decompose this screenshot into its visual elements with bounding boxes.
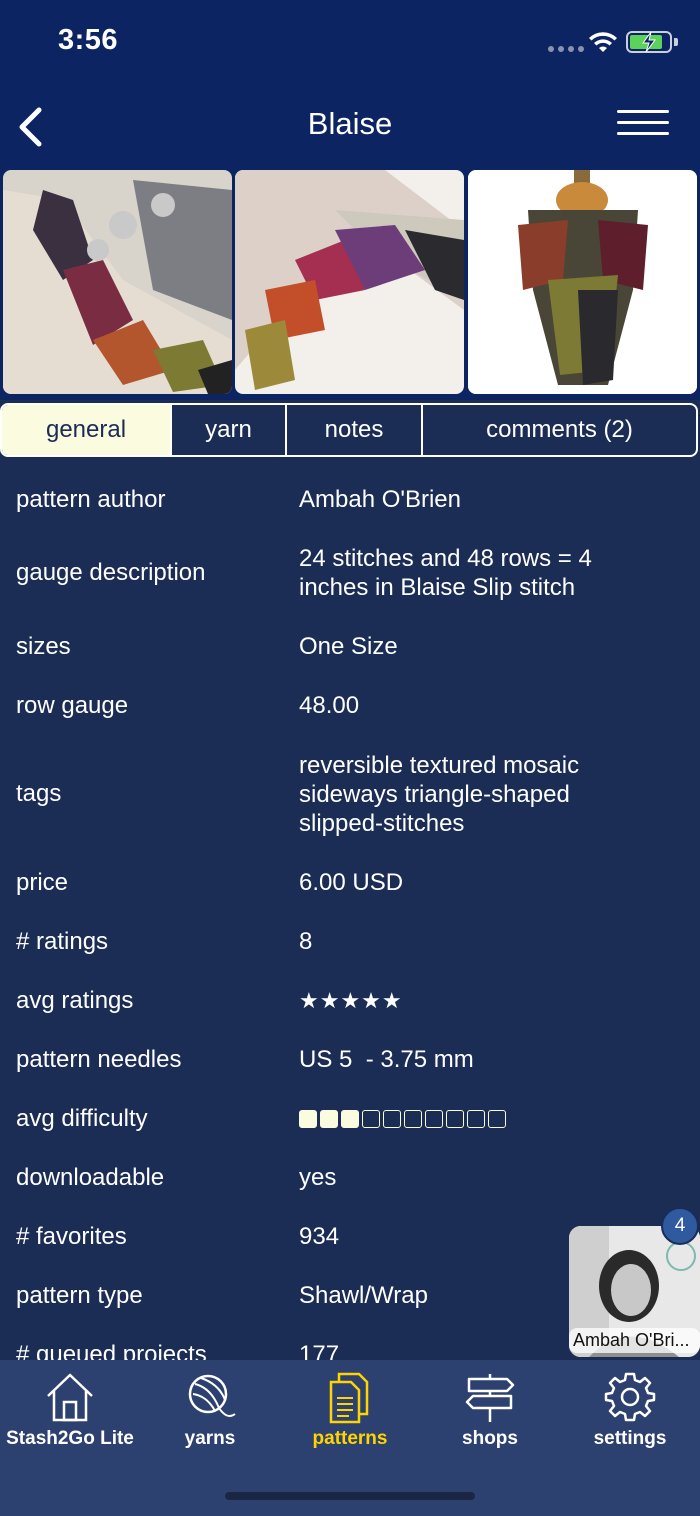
detail-value: 6.00 USD (299, 869, 404, 896)
difficulty-square-empty (446, 1109, 464, 1128)
bottom-tab-yarns[interactable]: yarns (140, 1360, 280, 1456)
difficulty-square-empty (362, 1109, 380, 1128)
detail-value: 24 stitches and 48 rows = 4 inches in Bl… (299, 545, 592, 601)
detail-label: # favorites (16, 1222, 127, 1250)
pattern-photo-3[interactable] (468, 170, 697, 394)
detail-label: pattern type (16, 1281, 143, 1309)
detail-tabs: general yarn notes comments (2) (0, 403, 698, 457)
detail-value: reversible textured mosaic sideways tria… (299, 751, 580, 837)
notification-badge: 4 (661, 1207, 699, 1245)
bottom-tab-label: shops (462, 1428, 518, 1449)
detail-label: pattern author (16, 485, 166, 513)
charging-bolt-icon (642, 31, 656, 53)
detail-value: One Size (299, 633, 398, 660)
pattern-author-link[interactable]: Ambah O'Brien (299, 485, 684, 514)
detail-label: pattern needles (16, 1045, 182, 1073)
shawl-photo-image (3, 170, 232, 394)
hamburger-menu-icon (617, 110, 669, 135)
difficulty-square-empty (488, 1109, 506, 1128)
detail-label: tags (16, 780, 62, 807)
detail-row-num-ratings: # ratings 8 (0, 912, 700, 971)
detail-value: 8 (299, 928, 313, 955)
author-avatar-card[interactable]: Ambah O'Bri... (569, 1226, 700, 1357)
detail-value: 48.00 (299, 692, 360, 719)
wifi-icon (589, 32, 617, 52)
status-time: 3:56 (58, 24, 119, 56)
detail-row-row-gauge: row gauge 48.00 (0, 676, 700, 735)
signpost-icon (465, 1374, 515, 1422)
detail-row-price: price 6.00 USD (0, 853, 700, 912)
cellular-signal-icon (548, 46, 584, 52)
difficulty-square-empty (425, 1109, 443, 1128)
rating-stars: ★★★★★ (299, 988, 403, 1013)
navigation-bar: Blaise (0, 88, 700, 166)
gear-icon (604, 1372, 656, 1422)
detail-label: sizes (16, 632, 71, 660)
home-indicator[interactable] (225, 1492, 475, 1500)
difficulty-square-empty (383, 1109, 401, 1128)
detail-value: US 5 - 3.75 mm (299, 1046, 474, 1073)
page-title: Blaise (307, 106, 393, 141)
bottom-tab-label: patterns (312, 1428, 388, 1449)
difficulty-square-filled (341, 1109, 359, 1128)
back-button[interactable] (10, 102, 50, 152)
difficulty-square-filled (320, 1109, 338, 1128)
detail-label: avg difficulty (16, 1104, 148, 1132)
difficulty-square-empty (404, 1109, 422, 1128)
detail-label: row gauge (16, 691, 129, 719)
yarn-ball-icon (188, 1374, 236, 1417)
mannequin-photo-image (468, 170, 697, 394)
bottom-tab-patterns[interactable]: patterns (280, 1360, 420, 1456)
detail-row-avg-ratings: avg ratings ★★★★★ (0, 971, 700, 1030)
pattern-photo-2[interactable] (235, 170, 464, 394)
detail-value: yes (299, 1164, 337, 1191)
difficulty-meter (299, 1109, 614, 1128)
photo-gallery (0, 166, 700, 400)
detail-row-tags: tags reversible textured mosaic sideways… (0, 735, 700, 853)
bottom-tab-label: yarns (184, 1428, 236, 1449)
bottom-tab-home[interactable]: Stash2Go Lite (0, 1360, 140, 1456)
detail-row-downloadable: downloadable yes (0, 1148, 700, 1207)
detail-label: gauge description (16, 559, 206, 586)
detail-row-pattern-author: pattern author Ambah O'Brien (0, 470, 700, 529)
status-bar: 3:56 (0, 0, 700, 88)
detail-label: # ratings (16, 927, 109, 955)
detail-row-avg-difficulty: avg difficulty (0, 1089, 700, 1148)
detail-label: downloadable (16, 1163, 165, 1191)
app-screen: 3:56 Blaise general yarn notes comments … (0, 0, 700, 1516)
tab-yarn[interactable]: yarn (172, 405, 287, 455)
bottom-tab-settings[interactable]: settings (560, 1360, 700, 1456)
home-icon (47, 1373, 93, 1422)
difficulty-square-empty (467, 1109, 485, 1128)
battery-tip (674, 38, 678, 46)
bottom-tab-label: settings (593, 1428, 667, 1449)
bottom-tab-shops[interactable]: shops (420, 1360, 560, 1456)
detail-row-sizes: sizes One Size (0, 617, 700, 676)
author-name-label: Ambah O'Bri... (569, 1328, 700, 1353)
detail-row-pattern-needles: pattern needles US 5 - 3.75 mm (0, 1030, 700, 1089)
chevron-left-icon (19, 107, 42, 147)
difficulty-square-filled (299, 1109, 317, 1128)
tab-general[interactable]: general (2, 405, 172, 455)
detail-label: # queued projects (16, 1340, 207, 1361)
detail-label: avg ratings (16, 986, 134, 1014)
bottom-tab-label: Stash2Go Lite (6, 1428, 134, 1449)
detail-label: price (16, 868, 69, 896)
detail-row-gauge-description: gauge description 24 stitches and 48 row… (0, 529, 700, 617)
menu-button[interactable] (610, 104, 676, 144)
patterns-document-icon (329, 1372, 369, 1424)
tab-comments[interactable]: comments (2) (423, 405, 696, 455)
shawl-photo-image (235, 170, 464, 394)
tab-notes[interactable]: notes (287, 405, 423, 455)
pattern-photo-1[interactable] (3, 170, 232, 394)
